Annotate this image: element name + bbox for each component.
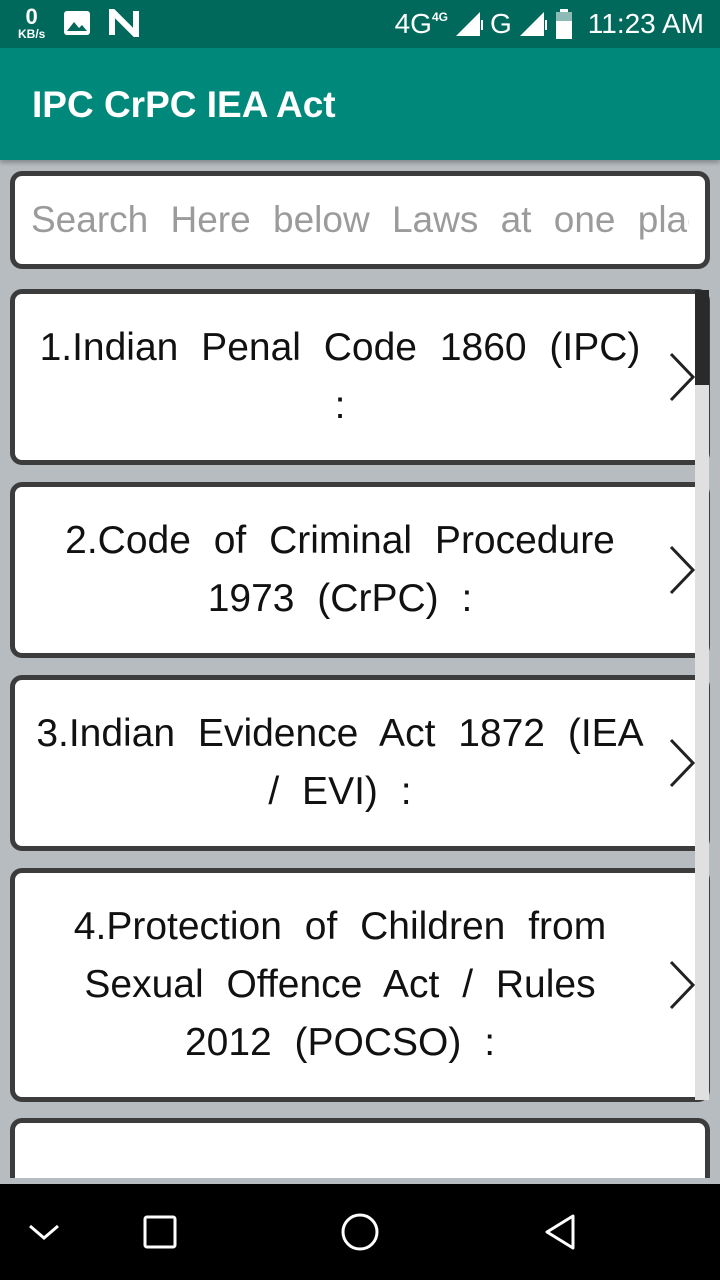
back-triangle-icon[interactable] xyxy=(530,1202,590,1262)
network-speed-unit: KB/s xyxy=(18,27,46,41)
signal-icon xyxy=(455,12,483,36)
network-type-label: 4G xyxy=(394,8,432,39)
scrollbar-thumb[interactable] xyxy=(695,290,709,385)
chevron-right-icon xyxy=(669,738,696,788)
clock: 11:23 AM xyxy=(587,8,704,39)
network-type: 4G 4G xyxy=(395,8,448,40)
scrollbar-track[interactable] xyxy=(695,385,709,1100)
recents-square-icon[interactable] xyxy=(130,1202,190,1262)
list-item-label: 2.Code of Criminal Procedure 1973 (CrPC)… xyxy=(65,519,615,620)
battery-icon xyxy=(555,9,572,39)
network-speed: 0 KB/s xyxy=(18,4,46,41)
list-item-ipc[interactable]: 1.Indian Penal Code 1860 (IPC) : xyxy=(10,289,710,465)
signal-icon xyxy=(519,12,547,36)
chevron-right-icon xyxy=(669,960,696,1010)
app-bar: IPC CrPC IEA Act xyxy=(0,48,720,160)
search-box[interactable] xyxy=(10,171,710,269)
chevron-right-icon xyxy=(669,352,696,402)
image-icon xyxy=(64,11,91,35)
home-circle-icon[interactable] xyxy=(330,1202,390,1262)
chevron-down-icon[interactable] xyxy=(14,1202,74,1262)
list-item-partial[interactable] xyxy=(10,1118,710,1178)
list-item-pocso[interactable]: 4.Protection of Children from Sexual Off… xyxy=(10,868,710,1102)
search-input[interactable] xyxy=(31,199,689,241)
list-item-label: 1.Indian Penal Code 1860 (IPC) : xyxy=(39,326,641,427)
n-notification-icon xyxy=(109,9,140,37)
status-right: 4G 4G G 11:23 AM xyxy=(395,8,704,40)
chevron-right-icon xyxy=(669,545,696,595)
list-item-label: 4.Protection of Children from Sexual Off… xyxy=(73,905,607,1064)
list-item-iea[interactable]: 3.Indian Evidence Act 1872 (IEA / EVI) : xyxy=(10,675,710,851)
status-bar: 0 KB/s 4G 4G G 11:23 AM xyxy=(0,0,720,48)
status-left: 0 KB/s xyxy=(18,4,140,41)
app-title: IPC CrPC IEA Act xyxy=(32,84,336,125)
navigation-bar xyxy=(0,1184,720,1280)
list-item-crpc[interactable]: 2.Code of Criminal Procedure 1973 (CrPC)… xyxy=(10,482,710,658)
network-type-sup: 4G xyxy=(431,10,448,24)
list-item-label: 3.Indian Evidence Act 1872 (IEA / EVI) : xyxy=(36,712,644,813)
network-type-secondary: G xyxy=(489,8,512,39)
network-speed-value: 0 xyxy=(25,4,38,29)
